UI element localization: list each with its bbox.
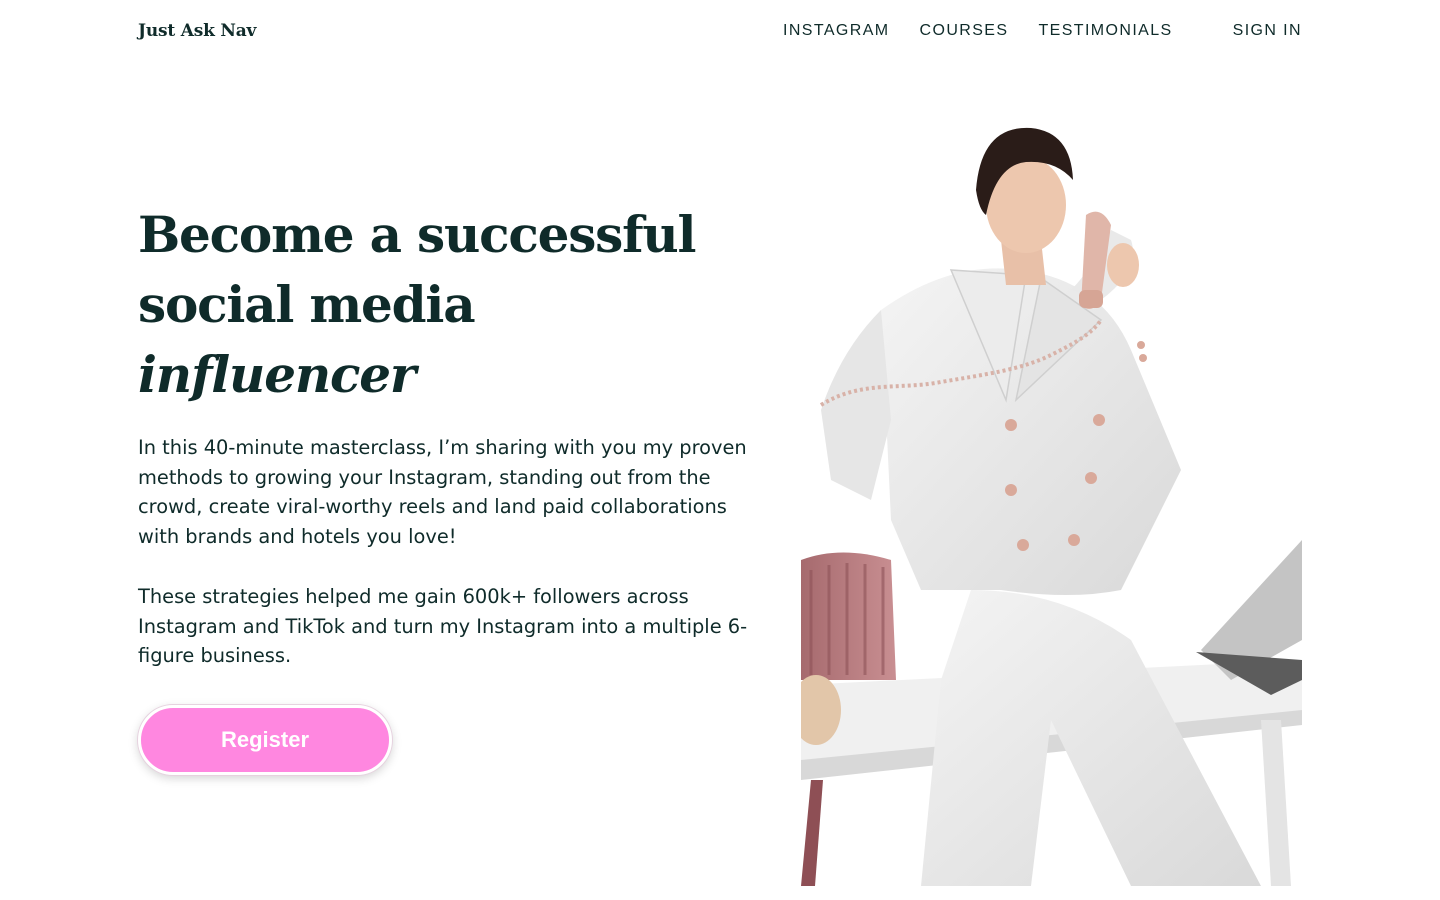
hero-photo (801, 120, 1302, 886)
nav-courses[interactable]: COURSES (920, 22, 1009, 40)
nav-testimonials[interactable]: TESTIMONIALS (1038, 22, 1172, 40)
main-nav: INSTAGRAM COURSES TESTIMONIALS SIGN IN (753, 22, 1302, 40)
headline-emphasis: influencer (138, 345, 416, 404)
site-header: Just Ask Nav INSTAGRAM COURSES TESTIMONI… (138, 0, 1302, 62)
headline-line-1: Become a successful (138, 205, 697, 264)
nav-instagram[interactable]: INSTAGRAM (783, 22, 890, 40)
hero-paragraph-1: In this 40-minute masterclass, I’m shari… (138, 436, 747, 549)
sign-in-link[interactable]: SIGN IN (1233, 22, 1302, 40)
brand-logo[interactable]: Just Ask Nav (138, 21, 256, 41)
hero-section: Become a successful social media influen… (138, 200, 748, 775)
hero-headline: Become a successful social media influen… (138, 200, 748, 410)
headline-line-2: social media (138, 275, 476, 334)
landing-page: Just Ask Nav INSTAGRAM COURSES TESTIMONI… (0, 0, 1440, 900)
hero-paragraph-2: These strategies helped me gain 600k+ fo… (138, 584, 748, 668)
register-button[interactable]: Register (138, 704, 392, 775)
